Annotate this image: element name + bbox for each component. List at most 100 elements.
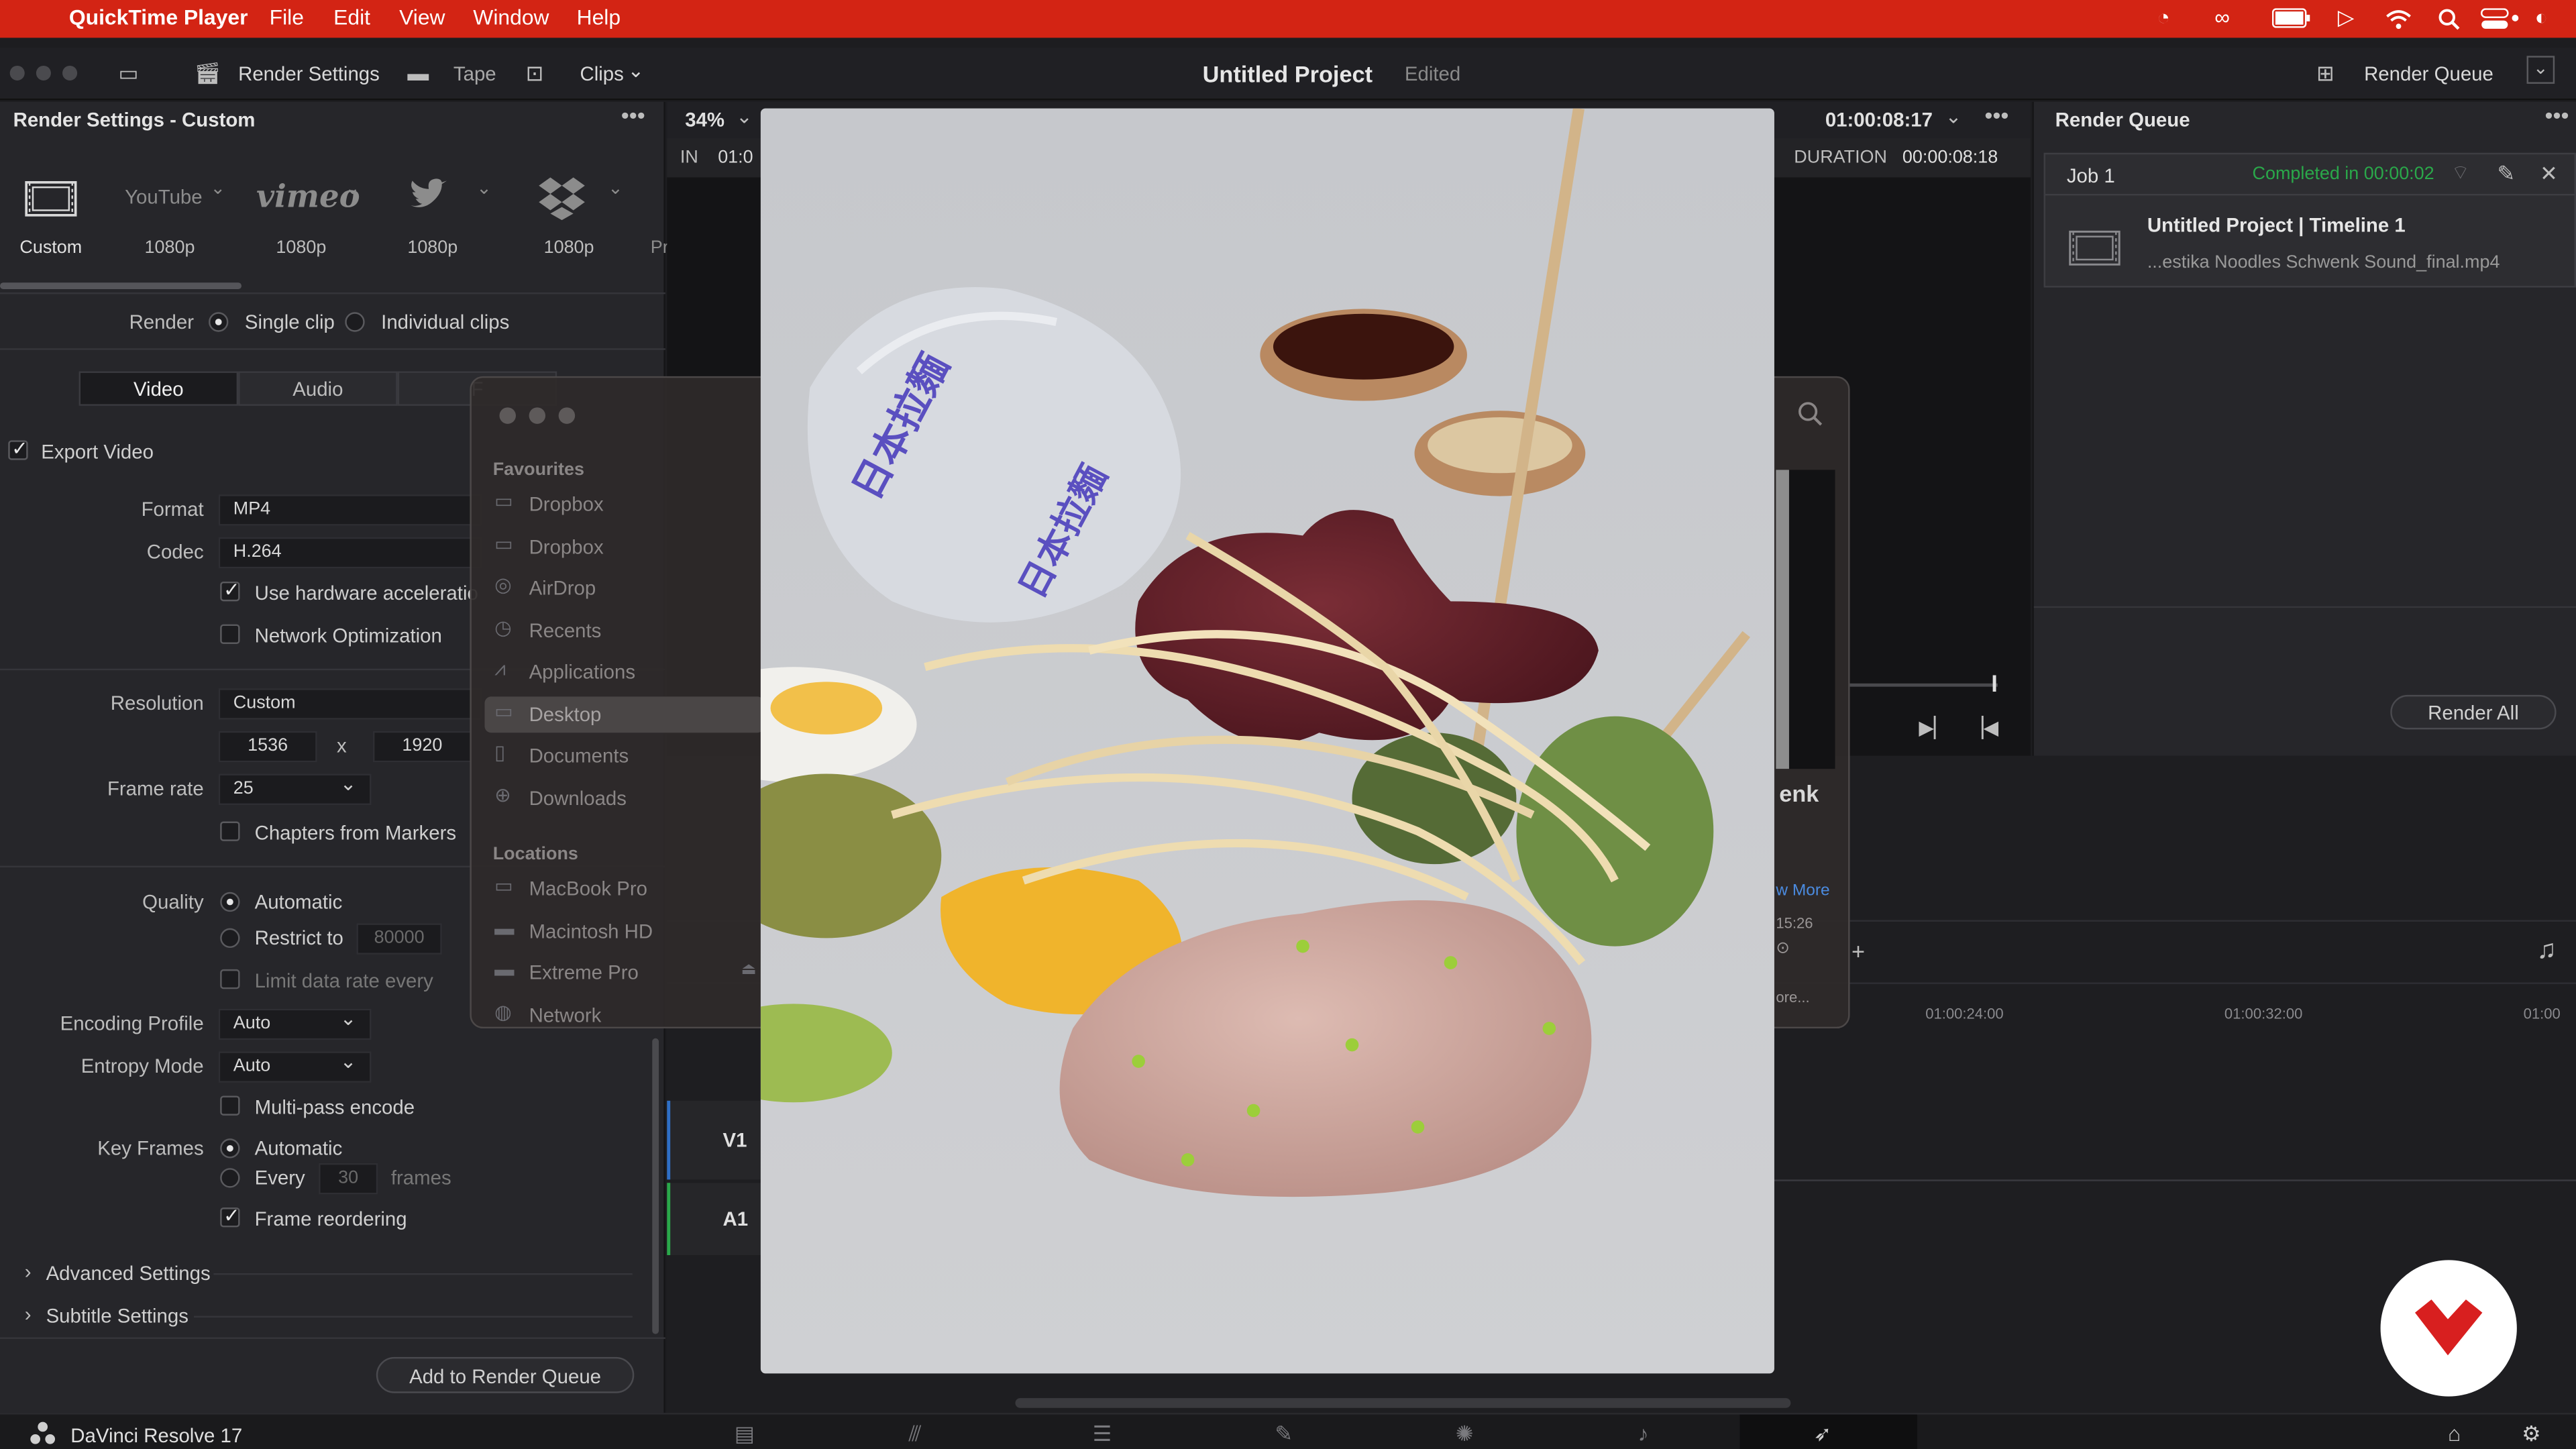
network-opt-checkbox[interactable] xyxy=(220,624,240,645)
menu-view[interactable]: View xyxy=(399,5,445,30)
render-settings-toggle[interactable]: Render Settings xyxy=(238,62,380,85)
finder-minimize-button[interactable] xyxy=(529,407,546,424)
monitor-icon[interactable]: ▭ xyxy=(118,61,138,87)
video-thumbnail[interactable] xyxy=(1776,470,1835,769)
multipass-checkbox[interactable] xyxy=(220,1095,240,1116)
resolution-select[interactable]: Custom xyxy=(218,688,482,720)
entropy-select[interactable]: Auto xyxy=(218,1050,372,1083)
settings-scrollbar[interactable] xyxy=(652,1038,659,1334)
search-icon[interactable] xyxy=(1797,401,1823,427)
eject-icon[interactable]: ⏏ xyxy=(741,961,756,979)
window-zoom-button[interactable] xyxy=(62,65,78,81)
window-close-button[interactable] xyxy=(9,65,25,81)
sidebar-item-macbook-pro[interactable]: ▭ MacBook Pro xyxy=(484,871,763,907)
menu-window[interactable]: Window xyxy=(473,5,549,30)
advanced-settings-toggle[interactable]: Advanced Settings xyxy=(46,1262,211,1285)
show-more-link[interactable]: w More xyxy=(1776,882,1829,900)
sidebar-item-recents[interactable]: ◷ Recents xyxy=(484,612,763,649)
scrubber-track[interactable] xyxy=(1849,683,1998,687)
sidebar-item-macintosh-hd[interactable]: ▬ Macintosh HD xyxy=(484,914,763,950)
export-video-checkbox[interactable] xyxy=(8,437,28,460)
sidebar-item-desktop[interactable]: ▭ Desktop xyxy=(484,696,764,733)
pencil-icon[interactable]: ✎ xyxy=(2497,161,2515,187)
sidebar-item-documents[interactable]: ▯ Documents xyxy=(484,738,763,774)
sidebar-item-dropbox[interactable]: ▭ Dropbox xyxy=(484,486,763,523)
more-options-icon[interactable]: ••• xyxy=(621,102,645,128)
render-settings-icon[interactable]: 🎬︎ xyxy=(194,61,221,87)
restrict-radio[interactable] xyxy=(220,928,240,949)
sidebar-item-network[interactable]: ◍ Network xyxy=(484,998,763,1034)
framerate-select[interactable]: 25 xyxy=(218,772,372,806)
chapters-checkbox[interactable] xyxy=(220,821,240,841)
clips-toggle[interactable]: Clips xyxy=(580,62,623,85)
quality-auto-radio[interactable] xyxy=(220,892,240,912)
sidebar-item-extreme-pro[interactable]: ▬ Extreme Pro ⏏ xyxy=(484,955,763,991)
search-icon[interactable] xyxy=(2438,8,2461,31)
chevron-down-icon[interactable]: ⌄ xyxy=(608,177,623,199)
add-track-icon[interactable]: + xyxy=(1851,938,1865,964)
preset-scrollbar[interactable] xyxy=(0,282,242,290)
more-circle-icon[interactable]: ⊙ xyxy=(1776,940,1790,958)
individual-clips-radio[interactable] xyxy=(345,312,365,332)
chevron-right-icon[interactable]: › xyxy=(25,1303,32,1326)
clips-icon[interactable]: ⊡ xyxy=(526,61,544,87)
zoom-level[interactable]: 34% xyxy=(685,109,724,131)
subtitle-settings-toggle[interactable]: Subtitle Settings xyxy=(46,1304,189,1327)
battery-icon[interactable] xyxy=(2271,8,2312,28)
chevron-down-icon[interactable]: ⌄ xyxy=(210,177,225,199)
sidebar-item-downloads[interactable]: ⊕ Downloads xyxy=(484,780,763,816)
gear-icon[interactable]: ⚙ xyxy=(2522,1421,2541,1447)
window-minimize-button[interactable] xyxy=(36,65,51,81)
render-queue-icon[interactable]: ⊞ xyxy=(2316,61,2334,87)
fairlight-page-icon[interactable]: ♪ xyxy=(1638,1421,1649,1446)
video-frame[interactable]: 日本拉麵 日本拉麵 xyxy=(760,108,1774,1374)
encoding-select[interactable]: Auto xyxy=(218,1007,372,1040)
chevron-down-icon[interactable]: ⌄ xyxy=(476,177,492,199)
menu-help[interactable]: Help xyxy=(577,5,621,30)
height-input[interactable]: 1920 xyxy=(372,731,472,763)
fusion-page-icon[interactable]: ✎ xyxy=(1275,1421,1293,1447)
more-options-icon[interactable]: ••• xyxy=(2544,102,2569,128)
close-icon[interactable]: ✕ xyxy=(2540,161,2558,187)
edit-page-icon[interactable]: ☰ xyxy=(1093,1421,1112,1447)
menu-app-name[interactable]: QuickTime Player xyxy=(69,5,248,30)
media-page-icon[interactable]: ▤ xyxy=(735,1421,755,1447)
width-input[interactable]: 1536 xyxy=(218,731,317,763)
tape-icon[interactable]: ▬ xyxy=(407,61,429,86)
chevron-down-icon[interactable]: ⌄ xyxy=(345,177,360,199)
frame-reorder-checkbox[interactable] xyxy=(220,1204,240,1228)
more-link[interactable]: ore... xyxy=(1776,989,1809,1005)
chevron-right-icon[interactable]: › xyxy=(25,1260,32,1283)
render-queue-toggle[interactable]: Render Queue xyxy=(2364,62,2493,85)
keyframes-every-radio[interactable] xyxy=(220,1168,240,1188)
format-select[interactable]: MP4 xyxy=(218,494,482,526)
scrubber-playhead[interactable] xyxy=(1992,675,1996,692)
next-frame-icon[interactable]: ▶▏ xyxy=(1919,716,1949,739)
chevron-down-icon[interactable]: ⌄ xyxy=(628,59,645,82)
chevron-down-icon[interactable]: ⌄ xyxy=(736,105,753,128)
track-header-v1[interactable]: V1 xyxy=(667,1100,763,1180)
preset-dropbox[interactable]: ⌄ 1080p xyxy=(526,154,644,266)
finder-close-button[interactable] xyxy=(499,407,516,424)
single-clip-radio[interactable] xyxy=(209,312,229,332)
preset-custom[interactable]: Custom xyxy=(0,154,99,266)
music-note-icon[interactable]: ♫ xyxy=(2536,936,2556,966)
preset-youtube[interactable]: YouTube ⌄ 1080p xyxy=(118,154,233,266)
preset-twitter[interactable]: ⌄ 1080p xyxy=(391,154,509,266)
timeline-scrollbar[interactable] xyxy=(1015,1398,1791,1408)
render-job-card[interactable]: Job 1 Completed in 00:00:02 ⌔ ✎ ✕ Untitl… xyxy=(2043,152,2576,288)
more-options-icon[interactable]: ••• xyxy=(1984,102,2008,128)
creative-cloud-icon[interactable]: ∞ xyxy=(2214,5,2230,30)
status-sync-icon[interactable]: ◔ xyxy=(2157,5,2170,30)
sidebar-item-airdrop[interactable]: ◎ AirDrop xyxy=(484,570,763,606)
add-to-render-queue-button[interactable]: Add to Render Queue xyxy=(376,1356,635,1393)
deliver-page-tab[interactable]: ➶ xyxy=(1739,1414,1917,1449)
finder-zoom-button[interactable] xyxy=(558,407,576,424)
track-header-a1[interactable]: A1 xyxy=(667,1183,763,1256)
hw-accel-checkbox[interactable] xyxy=(220,578,240,602)
siri-icon[interactable]: ◐ xyxy=(2535,5,2548,30)
play-circle-icon[interactable]: ▷ xyxy=(2338,5,2354,31)
home-icon[interactable]: ⌂ xyxy=(2448,1421,2461,1446)
wifi-icon[interactable] xyxy=(2385,8,2412,30)
tape-toggle[interactable]: Tape xyxy=(453,62,496,85)
